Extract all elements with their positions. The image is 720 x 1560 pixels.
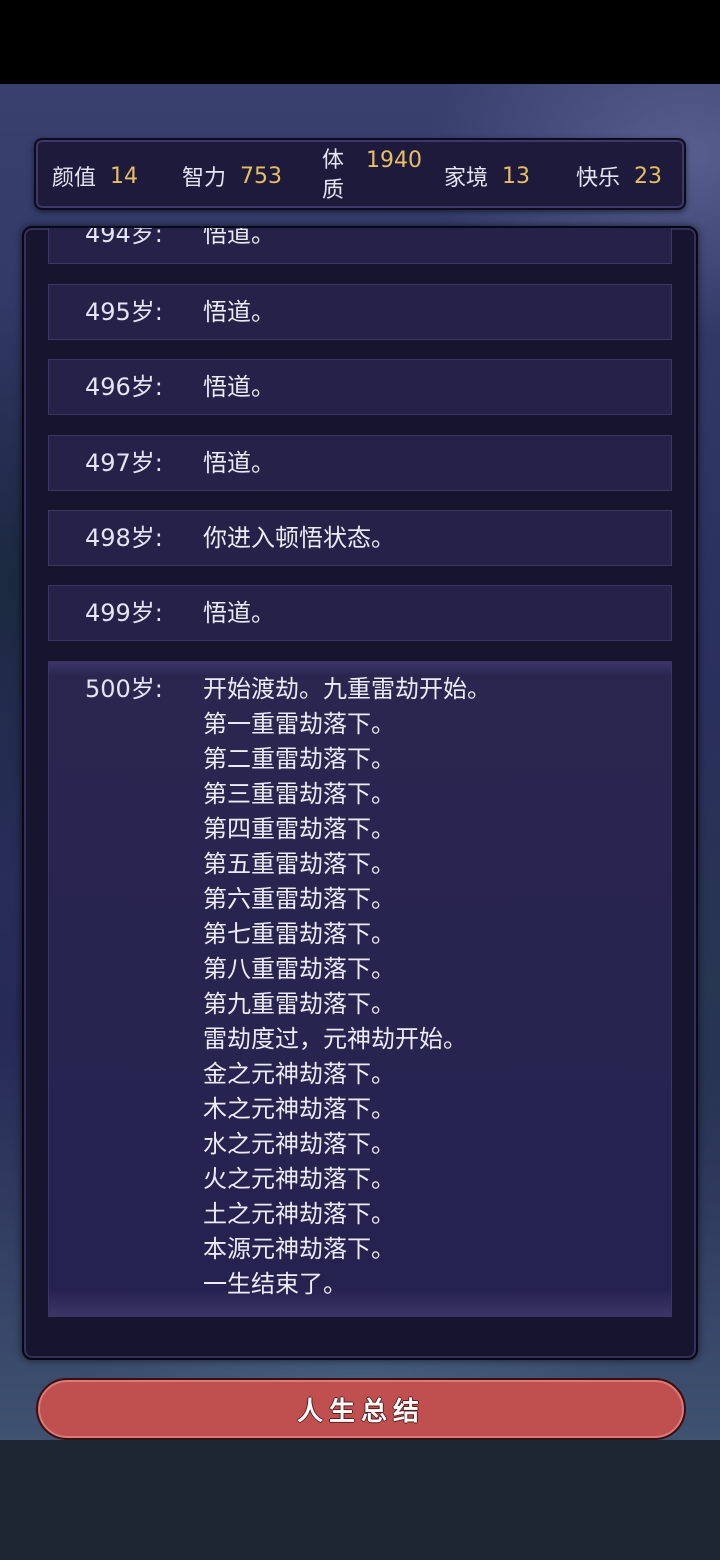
life-summary-button[interactable]: 人生总结 <box>36 1378 686 1440</box>
log-event-line: 土之元神劫落下。 <box>203 1200 395 1228</box>
log-age: 496岁: <box>85 373 163 401</box>
life-log-panel: 494岁: 悟道。 495岁: 悟道。 496岁: 悟道。 497岁: 悟道。 … <box>22 226 698 1360</box>
log-event: 悟道。 <box>203 373 275 401</box>
stat-label: 快乐 <box>576 166 621 191</box>
log-entry-final: 500岁: 开始渡劫。九重雷劫开始。 第一重雷劫落下。 第二重雷劫落下。 第三重… <box>48 661 672 1317</box>
bottom-blank-area <box>0 1440 720 1560</box>
stat-label: 智力 <box>182 166 227 191</box>
stat-label: 颜值 <box>52 166 97 191</box>
log-event-line: 第二重雷劫落下。 <box>203 745 395 773</box>
log-event-line: 木之元神劫落下。 <box>203 1095 395 1123</box>
stat-label: 体 质 <box>320 146 346 206</box>
stat-constitution: 体 质 1940 <box>320 140 422 212</box>
attribute-stats-bar: 颜值 14 智力 753 体 质 1940 家境 13 快乐 23 <box>34 138 686 210</box>
stat-value: 753 <box>240 163 283 189</box>
log-event: 悟道。 <box>203 599 275 627</box>
stat-value: 13 <box>502 163 531 189</box>
stat-family: 家境 13 <box>444 140 530 212</box>
log-age: 497岁: <box>85 449 163 477</box>
log-entry: 494岁: 悟道。 <box>48 228 672 264</box>
stat-value: 1940 <box>366 148 422 173</box>
log-age: 498岁: <box>85 524 163 552</box>
stat-happiness: 快乐 23 <box>576 140 662 212</box>
log-event: 悟道。 <box>203 228 275 248</box>
log-event: 悟道。 <box>203 298 275 326</box>
log-event-line: 水之元神劫落下。 <box>203 1130 395 1158</box>
log-event-line: 第七重雷劫落下。 <box>203 920 395 948</box>
log-event-line: 第五重雷劫落下。 <box>203 850 395 878</box>
stat-value: 23 <box>634 163 663 189</box>
life-summary-label: 人生总结 <box>296 1396 425 1427</box>
stat-label-line: 质 <box>321 178 344 203</box>
log-event-line: 第一重雷劫落下。 <box>203 710 395 738</box>
log-event-line: 第八重雷劫落下。 <box>203 955 395 983</box>
log-event-line: 第九重雷劫落下。 <box>203 990 395 1018</box>
log-event-line: 第六重雷劫落下。 <box>203 885 395 913</box>
log-event-line: 本源元神劫落下。 <box>203 1235 395 1263</box>
log-event-line: 第三重雷劫落下。 <box>203 780 395 808</box>
log-entry: 497岁: 悟道。 <box>48 435 672 491</box>
log-age: 500岁: <box>85 675 163 703</box>
stat-intelligence: 智力 753 <box>182 140 282 212</box>
log-age: 499岁: <box>85 599 163 627</box>
log-age: 495岁: <box>85 298 163 326</box>
log-event-line: 金之元神劫落下。 <box>203 1060 395 1088</box>
log-event-line: 开始渡劫。九重雷劫开始。 <box>203 675 491 703</box>
log-age: 494岁: <box>85 228 163 248</box>
status-bar-area <box>0 0 720 84</box>
log-event-line: 一生结束了。 <box>203 1270 347 1298</box>
log-entry: 499岁: 悟道。 <box>48 585 672 641</box>
log-event-line: 第四重雷劫落下。 <box>203 815 395 843</box>
log-event-line: 火之元神劫落下。 <box>203 1165 395 1193</box>
stat-appearance: 颜值 14 <box>52 140 138 212</box>
log-entry: 498岁: 你进入顿悟状态。 <box>48 510 672 566</box>
log-event-line: 雷劫度过，元神劫开始。 <box>203 1025 467 1053</box>
stat-value: 14 <box>110 163 139 189</box>
log-event: 悟道。 <box>203 449 275 477</box>
stat-label-line: 体 <box>321 148 344 173</box>
stat-label: 家境 <box>444 166 489 191</box>
log-entry: 495岁: 悟道。 <box>48 284 672 340</box>
life-log-list[interactable]: 494岁: 悟道。 495岁: 悟道。 496岁: 悟道。 497岁: 悟道。 … <box>48 228 674 1322</box>
log-event: 你进入顿悟状态。 <box>203 524 395 552</box>
log-entry: 496岁: 悟道。 <box>48 359 672 415</box>
